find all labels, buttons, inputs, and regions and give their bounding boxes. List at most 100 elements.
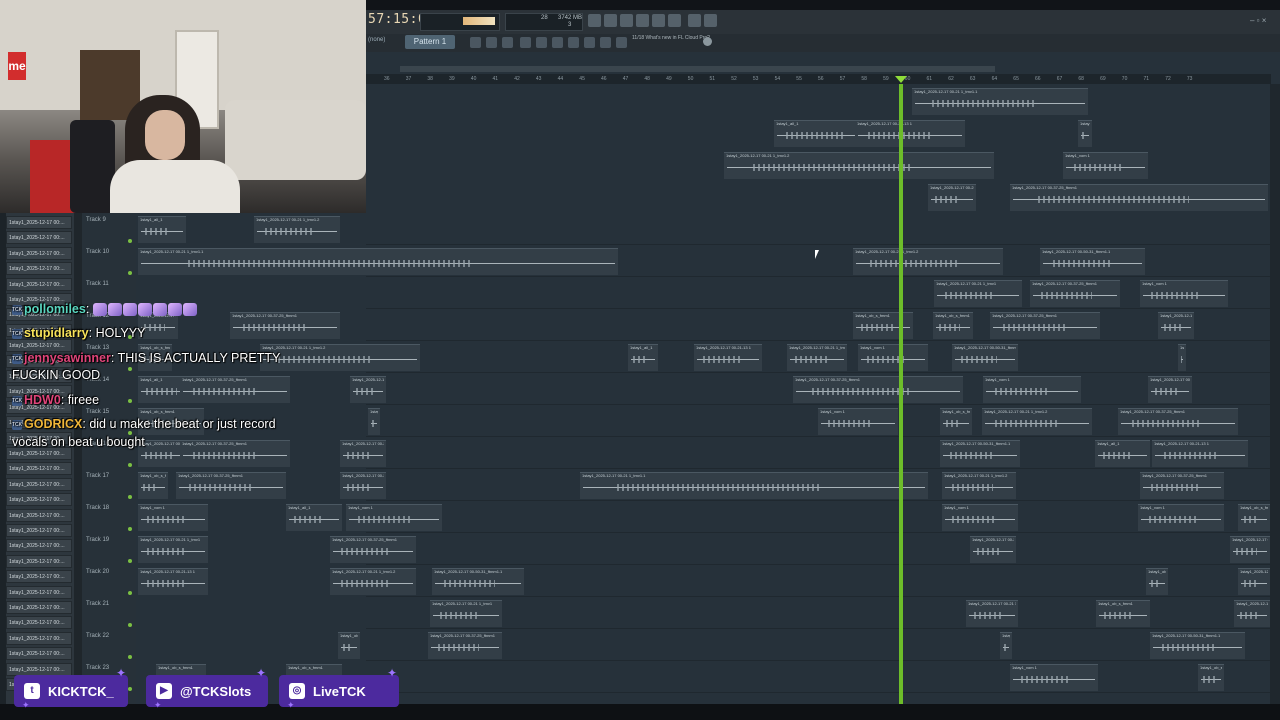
track-label[interactable]: Track 17 [86, 473, 109, 479]
audio-clip[interactable]: 1stay1_ob_s_fmm1 [1238, 504, 1270, 531]
audio-clip[interactable]: 1stay1_ob_s_fmm1 [1096, 600, 1150, 627]
step-icon[interactable] [616, 37, 627, 48]
audio-clip[interactable]: 1stay1_2025-12-17 00-50-31_fbnm1.1 [1150, 632, 1245, 659]
audio-clip[interactable]: 1stay1_2025-12-17 00-21 1_tmv1.1 [912, 88, 1088, 115]
audio-clip[interactable]: 1stay1_2025-12-17 00-37-25_fbnm1 [1010, 184, 1268, 211]
track-label[interactable]: Track 10 [86, 249, 109, 255]
audio-clip[interactable]: 1stay1_ob_s_fmm1 [933, 312, 973, 339]
chat-username[interactable]: pollomiles [24, 302, 86, 316]
audio-clip[interactable]: 1stay1_2025-12-17 00-21 1_tmv1 [350, 376, 386, 403]
loop-record-icon[interactable] [502, 37, 513, 48]
audio-clip[interactable]: 1stay1_2025-12-17 00-21 1_tmv1.2 [724, 152, 994, 179]
audio-clip[interactable]: 1stay1_2025-12-17 00-37-25_fbnm1 [176, 472, 286, 499]
audio-clip[interactable]: 1stay1_vom 1 [858, 344, 928, 371]
audio-clip[interactable]: 1stay1_2025-12-17 00-21 1_tmv1 [970, 536, 1016, 563]
audio-clip[interactable]: 1stay1_2025-12-17 00-37-25_fbnm1 [180, 440, 290, 467]
audio-clip[interactable]: 1stay1_2025-12-17 00-21-13 1 [1152, 440, 1248, 467]
channel-button[interactable]: 1stay1_2025-12-17 00:... [6, 277, 72, 291]
horizontal-scrollbar[interactable] [400, 66, 995, 72]
audio-clip[interactable]: 1stay1_ob_s_fmm1 [1198, 664, 1224, 691]
channel-button[interactable]: 1stay1_2025-12-17 00:... [6, 585, 72, 599]
stop-icon[interactable] [604, 14, 617, 27]
countdown-icon[interactable] [668, 14, 681, 27]
social-link-twitter[interactable]: t KICKTCK_ [14, 675, 128, 707]
news-icon[interactable] [703, 37, 712, 46]
audio-clip[interactable]: 1stay1_2025-12-17 00-37-25_fbnm1 [1230, 536, 1270, 563]
track-mute-led[interactable] [128, 367, 132, 371]
audio-clip[interactable]: 1stay1_all_1 [1078, 120, 1092, 147]
track-label[interactable]: Track 15 [86, 409, 109, 415]
audio-clip[interactable]: 1stay1_ob_s_fmm1 [338, 632, 360, 659]
audio-clip[interactable]: 1stay1_vom 1 [1063, 152, 1148, 179]
audio-clip[interactable]: 1stay1_all_1 [138, 216, 186, 243]
audio-clip[interactable]: 1stay1_vom 1 [1010, 664, 1098, 691]
track-mute-led[interactable] [128, 655, 132, 659]
audio-clip[interactable]: 1stay1_2025-12-17 00-21 1_tmv1.1 [138, 248, 618, 275]
audio-clip[interactable]: 1stay1_2025-12-17 00-50-31_fbnm1.1 [1040, 248, 1145, 275]
plugin-picker-icon[interactable] [584, 37, 595, 48]
audio-clip[interactable]: 1stay1_2025-12-17 00-21 1_tmv1 [1148, 376, 1192, 403]
track-mute-led[interactable] [128, 271, 132, 275]
social-link-youtube[interactable]: ▶ @TCKSlots [146, 675, 268, 707]
track-row[interactable] [366, 213, 1270, 245]
audio-clip[interactable]: 1stay1_2025-12-17 00-21 1_tmv1 [1158, 312, 1194, 339]
channel-button[interactable]: 1stay1_2025-12-17 00:... [6, 246, 72, 260]
track-row[interactable] [366, 277, 1270, 309]
audio-clip[interactable]: 1stay1_all_1 [1000, 632, 1012, 659]
channel-button[interactable]: 1stay1_2025-12-17 00:... [6, 493, 72, 507]
audio-clip[interactable]: 1stay1_2025-12-17 00-21 1_tmv1 [430, 600, 502, 627]
audio-clip[interactable]: 1stay1_vom 1 [942, 504, 1018, 531]
track-row[interactable] [366, 309, 1270, 341]
track-label[interactable]: Track 20 [86, 569, 109, 575]
audio-clip[interactable]: 1stay1_2025-12-17 00-21 1_tmv1.2 [942, 472, 1016, 499]
track-label[interactable]: Track 22 [86, 633, 109, 639]
channel-rack-icon[interactable] [536, 37, 547, 48]
audio-clip[interactable]: 1stay1_2025-12-17 00-37-25_fbnm1 [180, 376, 290, 403]
track-row[interactable] [366, 661, 1270, 693]
track-mute-led[interactable] [128, 687, 132, 691]
track-mute-led[interactable] [128, 399, 132, 403]
audio-clip[interactable]: 1stay1_2025-12-17 00-21 1_tmv1.2 [982, 408, 1092, 435]
audio-clip[interactable]: 1stay1_2025-12-17 00-50-31_fbnm1.1 [940, 440, 1020, 467]
pattern-selector[interactable]: Pattern 1 [405, 35, 455, 49]
track-row[interactable] [366, 501, 1270, 533]
news-panel[interactable]: 11/18 What's new in FL Cloud Pro? [632, 35, 712, 51]
track-mute-led[interactable] [128, 559, 132, 563]
audio-clip[interactable]: 1stay1_all_1 [628, 344, 658, 371]
audio-clip[interactable]: 1stay1_vom 1 [818, 408, 898, 435]
audio-clip[interactable]: 1stay1_2025-12-17 00-37-25_fbnm1 [1140, 472, 1224, 499]
audio-clip[interactable]: 1stay1_2025-12-17 00-37-25_fbnm1 [428, 632, 502, 659]
track-mute-led[interactable] [128, 527, 132, 531]
audio-clip[interactable]: 1stay1_2025-12-17 00-21 1_tmv1.2 [330, 568, 416, 595]
audio-clip[interactable]: 1stay1_ob_s_fmm1 [138, 472, 168, 499]
vertical-scrollbar[interactable] [1270, 84, 1280, 704]
audio-clip[interactable]: 1stay1_vom 1 [346, 504, 442, 531]
track-mute-led[interactable] [128, 495, 132, 499]
track-mute-led[interactable] [128, 591, 132, 595]
mixer-icon[interactable] [520, 37, 531, 48]
audio-clip[interactable]: 1stay1_2025-12-17 00-21-13 1 [855, 120, 965, 147]
channel-button[interactable]: 1stay1_2025-12-17 00:... [6, 601, 72, 614]
audio-clip[interactable]: 1stay1_2025-12-17 00-21 1_tmv1 [138, 536, 208, 563]
social-link-instagram[interactable]: ◎ LiveTCK [279, 675, 399, 707]
audio-clip[interactable]: 1stay1_2025-12-17 00-21-13 1 [694, 344, 762, 371]
audio-clip[interactable]: 1stay1_2025-12-17 00-21 1_tmv1 [340, 440, 386, 467]
audio-clip[interactable]: 1stay1_ob_s_fmm1 [940, 408, 972, 435]
channel-button[interactable]: 1stay1_2025-12-17 00:... [6, 662, 72, 676]
audio-clip[interactable]: 1stay1_2025-12-17 00-21 1_tmv1 [340, 472, 386, 499]
audio-clip[interactable]: 1stay1_vom 1 [138, 504, 208, 531]
audio-clip[interactable]: 1stay1_2025-12-17 00-37-25_fbnm1 [1030, 280, 1120, 307]
audio-clip[interactable]: 1stay1_all_1 [286, 504, 342, 531]
channel-button[interactable]: 1stay1_2025-12-17 00:... [6, 631, 72, 645]
audio-clip[interactable]: 1stay1_2025-12-17 00-21 1_tmv1 [966, 600, 1018, 627]
track-mute-led[interactable] [128, 239, 132, 243]
audio-clip[interactable]: 1stay1_2025-12-17 00-21 1_tmv1.2 [254, 216, 340, 243]
audio-clip[interactable]: 1stay1_vom 1 [983, 376, 1081, 403]
audio-clip[interactable]: 1stay1_2025-12-17 00-37-25_fbnm1 [793, 376, 963, 403]
channel-button[interactable]: 1stay1_2025-12-17 00:... [6, 262, 72, 276]
audio-clip[interactable]: 1stay1_2025-12-17 00-21 1_tmv1.2 [260, 344, 420, 371]
audio-clip[interactable]: 1stay1_vom 1 [1138, 504, 1224, 531]
browser-icon[interactable] [552, 37, 563, 48]
channel-button[interactable]: 1stay1_2025-12-17 00:... [6, 616, 72, 630]
channel-button[interactable]: 1stay1_2025-12-17 00:... [6, 508, 72, 522]
